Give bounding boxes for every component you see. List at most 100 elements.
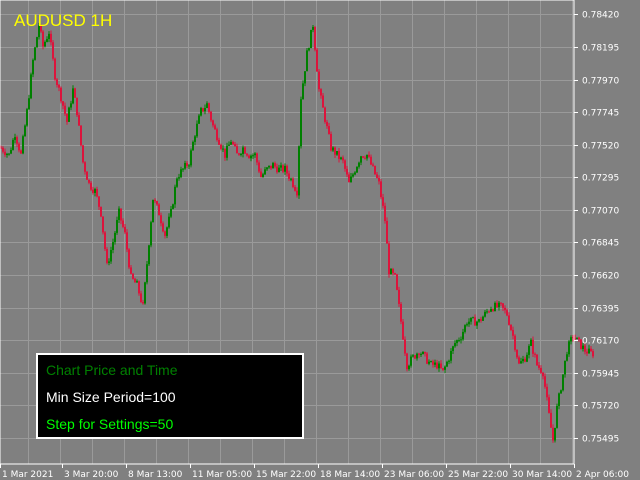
candle: [554, 427, 556, 443]
candle: [392, 267, 394, 276]
candle-body: [194, 136, 196, 142]
candle-body: [246, 153, 248, 156]
candle-body: [278, 167, 280, 173]
candle-body: [344, 160, 346, 169]
candle-body: [558, 393, 560, 406]
candle: [168, 213, 170, 229]
candle-body: [210, 111, 212, 121]
candle-body: [280, 165, 282, 168]
candle-body: [260, 171, 262, 177]
candle: [172, 203, 174, 210]
candle-body: [308, 48, 310, 51]
candle-body: [406, 353, 408, 370]
candle-body: [262, 174, 264, 177]
candle-body: [346, 168, 348, 175]
candle: [462, 328, 464, 341]
candle-body: [532, 339, 534, 354]
candle: [192, 140, 194, 151]
candle: [562, 374, 564, 392]
candle-body: [42, 31, 44, 47]
candle-body: [400, 303, 402, 322]
candle: [206, 101, 208, 109]
candle: [432, 359, 434, 368]
candle: [546, 383, 548, 401]
candle-body: [524, 358, 526, 362]
candle: [350, 172, 352, 183]
candle: [530, 338, 532, 347]
candle-body: [180, 169, 182, 178]
price-tick-label: 0.76395: [582, 305, 619, 315]
candle: [568, 340, 570, 357]
candle: [118, 206, 120, 223]
candle: [378, 175, 380, 185]
candle-body: [32, 59, 34, 75]
candle-body: [518, 357, 520, 364]
candle: [32, 58, 34, 78]
candle-body: [502, 303, 504, 308]
candle-body: [220, 144, 222, 149]
candle-body: [472, 317, 474, 319]
candle: [314, 26, 316, 52]
candle-body: [266, 167, 268, 170]
candle-body: [462, 331, 464, 340]
candle: [298, 145, 300, 199]
candle: [218, 137, 220, 146]
candle-body: [470, 317, 472, 322]
candle-body: [356, 166, 358, 173]
candle: [186, 160, 188, 169]
candle-body: [292, 178, 294, 187]
candle: [234, 141, 236, 147]
candle-body: [414, 355, 416, 359]
candle: [550, 409, 552, 428]
candle: [310, 29, 312, 49]
candle: [372, 162, 374, 167]
candle: [44, 40, 46, 48]
candle: [256, 152, 258, 166]
candle-body: [136, 281, 138, 283]
candle: [170, 206, 172, 219]
candle: [364, 155, 366, 160]
candle-body: [92, 189, 94, 193]
candle: [318, 69, 320, 92]
candle-body: [228, 144, 230, 146]
candle-body: [376, 174, 378, 178]
candle-body: [86, 171, 88, 180]
candle-body: [324, 107, 326, 122]
candle: [126, 229, 128, 253]
candle-body: [294, 186, 296, 191]
candle-body: [320, 89, 322, 96]
candle-body: [264, 169, 266, 175]
candle: [56, 77, 58, 88]
candle-body: [466, 324, 468, 326]
candle: [376, 171, 378, 179]
candle: [130, 264, 132, 275]
candle: [20, 149, 22, 155]
candle: [410, 354, 412, 368]
candle: [110, 246, 112, 264]
price-tick-label: 0.76620: [582, 272, 619, 282]
candle-body: [60, 87, 62, 102]
candle-body: [386, 220, 388, 244]
candle: [514, 334, 516, 352]
candle: [96, 186, 98, 198]
candle: [342, 155, 344, 164]
candle-body: [252, 155, 254, 157]
candle: [10, 147, 12, 155]
candle-body: [408, 365, 410, 370]
candle-body: [52, 42, 54, 59]
candle: [58, 84, 60, 92]
candle-body: [364, 157, 366, 159]
candle-body: [342, 157, 344, 161]
candle-body: [440, 363, 442, 369]
candle: [304, 71, 306, 87]
candle-body: [298, 146, 300, 196]
candle: [80, 125, 82, 147]
candle: [64, 102, 66, 116]
candle-body: [160, 215, 162, 224]
price-tick-label: 0.78420: [582, 11, 619, 21]
candle-body: [442, 368, 444, 370]
candle-body: [190, 150, 192, 166]
candle-body: [70, 103, 72, 108]
candle-body: [34, 47, 36, 60]
candle: [14, 133, 16, 144]
